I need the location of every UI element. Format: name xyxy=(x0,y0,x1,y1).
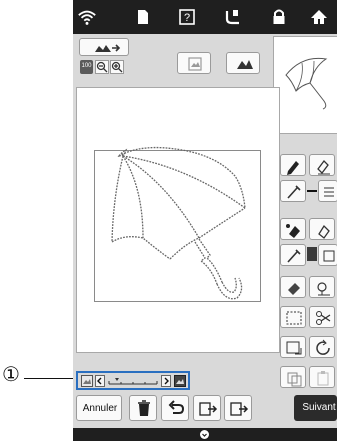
line-color-swatch xyxy=(307,190,317,192)
select-area-button[interactable] xyxy=(280,306,306,328)
scroll-track-icon[interactable] xyxy=(107,375,159,387)
fill-paint-button[interactable] xyxy=(309,218,335,240)
resize-button[interactable] xyxy=(280,336,306,358)
status-bar: ? xyxy=(73,0,337,34)
cut-button[interactable] xyxy=(309,306,335,328)
cancel-label: Annuler xyxy=(82,403,118,414)
copy-button[interactable] xyxy=(280,366,306,388)
fill-color-swatch xyxy=(307,247,317,261)
lock-icon[interactable] xyxy=(269,7,289,27)
zoom-in-icon[interactable] xyxy=(110,60,124,74)
drawing-canvas[interactable] xyxy=(76,87,280,353)
embroidery-icon[interactable] xyxy=(223,7,243,27)
next-label: Suivant xyxy=(302,402,336,413)
home-button-icon[interactable] xyxy=(199,429,210,440)
undo-button[interactable] xyxy=(161,395,189,421)
paint-tool-button[interactable] xyxy=(309,154,335,176)
pen-tool-button[interactable] xyxy=(280,154,306,176)
callout-leader-line xyxy=(24,378,76,379)
line-type-button[interactable] xyxy=(318,180,337,202)
umbrella-drawing xyxy=(111,146,246,300)
zoom-level-label: 100 xyxy=(81,63,92,69)
line-color-picker-button[interactable] xyxy=(280,180,306,202)
fill-tool-button[interactable] xyxy=(280,218,306,240)
preview-thumbnail xyxy=(273,36,337,134)
zoom-100-button[interactable]: 100 xyxy=(80,60,93,74)
arrow-left-icon[interactable] xyxy=(95,375,105,387)
delete-button[interactable] xyxy=(129,395,157,421)
document-icon[interactable] xyxy=(133,7,153,27)
callout-number: ① xyxy=(2,364,20,386)
image-settings-button[interactable] xyxy=(177,52,211,74)
next-button[interactable]: Suivant xyxy=(294,395,337,421)
import-image-button[interactable] xyxy=(79,38,129,56)
save-file-button[interactable] xyxy=(193,395,221,421)
image-display-button[interactable] xyxy=(226,52,260,74)
fill-color-picker-button[interactable] xyxy=(280,244,306,266)
help-icon[interactable]: ? xyxy=(177,7,197,27)
export-button[interactable] xyxy=(224,395,252,421)
arrow-right-icon[interactable] xyxy=(161,375,171,387)
image-right-icon[interactable] xyxy=(174,375,186,387)
wifi-icon[interactable] xyxy=(77,7,97,27)
callout-label: ① xyxy=(2,364,24,386)
eraser-button[interactable] xyxy=(280,276,306,298)
svg-text:?: ? xyxy=(184,12,190,24)
cancel-button[interactable]: Annuler xyxy=(76,395,122,421)
stamp-button[interactable] xyxy=(309,276,335,298)
paste-button[interactable] xyxy=(309,366,335,388)
zoom-out-icon[interactable] xyxy=(95,60,109,74)
image-left-icon[interactable] xyxy=(81,375,93,387)
home-icon[interactable] xyxy=(309,7,329,27)
fill-pattern-button[interactable] xyxy=(318,244,337,266)
home-bar xyxy=(73,428,337,441)
image-scroll-bar[interactable] xyxy=(76,371,190,390)
rotate-button[interactable] xyxy=(309,336,335,358)
